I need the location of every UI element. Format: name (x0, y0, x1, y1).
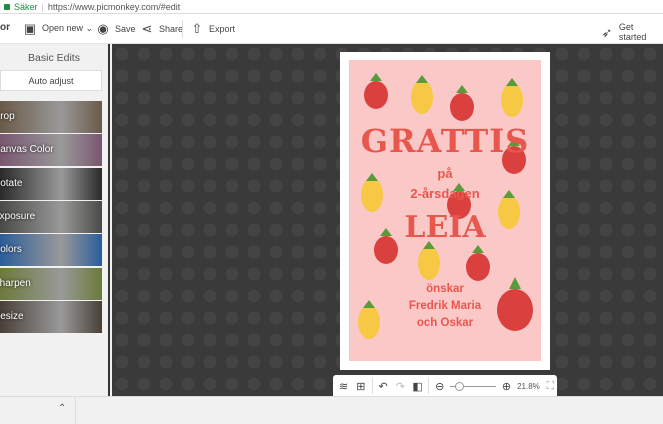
redo-icon[interactable]: ↷ (394, 380, 407, 393)
tool-label: Crop (0, 111, 15, 122)
url[interactable]: https://www.picmonkey.com/#edit (48, 2, 180, 12)
compare-icon[interactable]: ◧ (411, 380, 424, 393)
pineapple-icon (411, 75, 433, 114)
zoom-in-icon[interactable]: ⊕ (500, 380, 513, 393)
strawberry-icon (450, 85, 474, 121)
card-line-birthday: 2-årsdagen (410, 186, 480, 201)
get-started-label: Get started (618, 22, 647, 42)
tool-label: Sharpen (0, 277, 31, 289)
secure-label: Säker (14, 1, 38, 12)
tool-crop[interactable]: Crop (0, 101, 102, 133)
tool-label: Canvas Color (0, 144, 54, 156)
divider (371, 378, 373, 394)
export-button[interactable]: ⇧ Export (190, 22, 235, 35)
export-icon: ⇧ (191, 21, 203, 36)
card-title: GRATTIS (360, 122, 530, 160)
zoom-toolbar: ≋ ⊞ ↶ ↷ ◧ ⊖ ⊕ 21.8% ⛶ (333, 375, 557, 397)
logo-fragment: or (0, 22, 10, 33)
pineapple-icon (418, 241, 440, 280)
strawberry-icon (364, 73, 388, 109)
chevron-up-icon[interactable]: ⌃ (58, 403, 66, 414)
pineapple-icon (501, 78, 523, 117)
tool-label: Colors (0, 244, 22, 256)
divider (428, 378, 430, 394)
top-toolbar: or ▣ Open new ⌄ ◉ Save ⋖ Share ⇧ Export ➶ Get… (0, 14, 663, 44)
grid-icon[interactable]: ⊞ (354, 380, 367, 393)
undo-icon[interactable]: ↶ (376, 380, 389, 393)
strawberry-icon (466, 245, 490, 281)
divider (75, 397, 76, 424)
save-button[interactable]: ◉ Save (96, 21, 136, 36)
zoom-out-icon[interactable]: ⊖ (433, 380, 446, 393)
rocket-icon: ➶ (601, 24, 613, 40)
get-started-button[interactable]: ➶ Get started (600, 22, 663, 42)
save-label: Save (115, 23, 136, 34)
export-label: Export (209, 23, 236, 34)
fullscreen-icon[interactable]: ⛶ (544, 380, 557, 393)
card-line-wishes: önskar (426, 283, 464, 295)
lock-icon (4, 3, 10, 10)
tool-rotate[interactable]: Rotate (0, 167, 102, 200)
open-new-label: Open new ⌄ (42, 23, 94, 33)
save-icon: ◉ (97, 21, 109, 36)
document-page: GRATTIS på 2-årsdagen LEIA önskar Fredri… (340, 52, 550, 370)
zoom-slider-handle[interactable] (455, 381, 464, 391)
tool-label: Rotate (0, 177, 23, 189)
tool-sharpen[interactable]: Sharpen (0, 267, 102, 300)
tool-resize[interactable]: Resize (0, 300, 102, 333)
share-label: Share (159, 23, 184, 34)
open-new-button[interactable]: ▣ Open new ⌄ (23, 22, 93, 35)
card-line-senders1: Fredrik Maria (408, 300, 482, 312)
tool-canvas-color[interactable]: Canvas Color (0, 134, 102, 167)
sidebar: Basic Edits Auto adjust Crop Canvas Color… (0, 44, 110, 396)
address-bar[interactable]: Säker | https://www.picmonkey.com/#edit (0, 0, 663, 14)
share-icon: ⋖ (141, 21, 153, 36)
card-line-pa: på (437, 166, 453, 181)
divider: | (41, 1, 44, 12)
tool-label: Resize (0, 310, 24, 322)
auto-adjust-button[interactable]: Auto adjust (0, 70, 102, 91)
divider (182, 20, 183, 38)
share-button[interactable]: ⋖ Share (140, 22, 183, 35)
image-icon: ▣ (23, 21, 37, 36)
tool-label: Exposure (0, 210, 36, 222)
card-name: LEIA (404, 210, 486, 245)
greeting-card[interactable]: GRATTIS på 2-årsdagen LEIA önskar Fredri… (349, 60, 541, 361)
tool-exposure[interactable]: Exposure (0, 200, 102, 233)
zoom-level: 21.8% (517, 381, 540, 391)
card-line-senders2: och Oskar (416, 317, 474, 329)
layers-icon[interactable]: ≋ (337, 380, 350, 393)
canvas-area[interactable]: GRATTIS på 2-årsdagen LEIA önskar Fredri… (112, 44, 663, 396)
bottom-panel: ⌃ (0, 396, 663, 424)
sidebar-title: Basic Edits (28, 52, 80, 64)
tool-colors[interactable]: Colors (0, 234, 102, 267)
zoom-slider[interactable] (450, 381, 496, 391)
